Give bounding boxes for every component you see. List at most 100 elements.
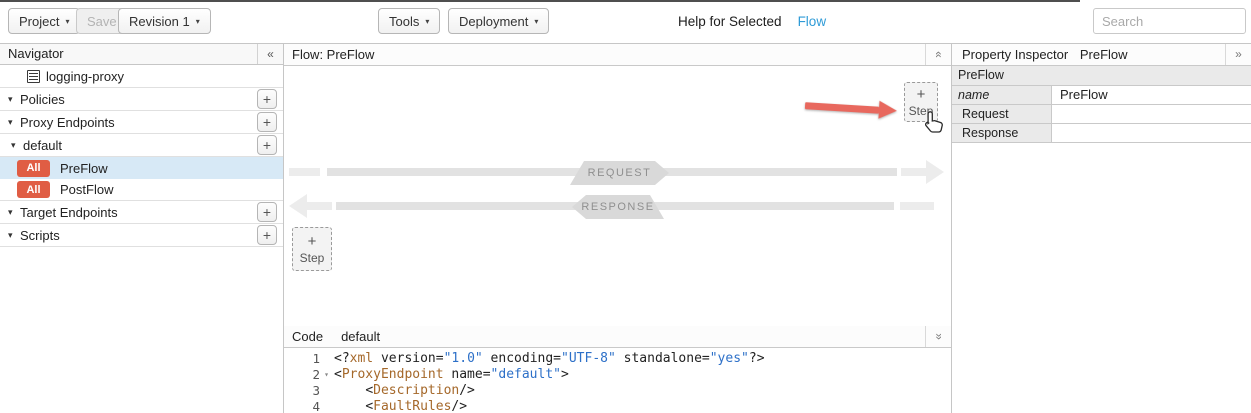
response-arrow-left-icon bbox=[289, 194, 332, 218]
search-input[interactable] bbox=[1093, 8, 1246, 34]
sidebar-item-label: default bbox=[23, 138, 62, 153]
disclosure-triangle-icon[interactable]: ▾ bbox=[8, 94, 20, 105]
line-number: 2 bbox=[284, 367, 320, 383]
code-line: 4 <FaultRules/> bbox=[284, 399, 951, 413]
fold-arrow-icon[interactable]: ▾ bbox=[320, 367, 333, 383]
deployment-menu-label: Deployment bbox=[459, 14, 528, 29]
tools-menu-label: Tools bbox=[389, 14, 419, 29]
help-for-selected-label: Help for Selected bbox=[678, 14, 782, 29]
revision-menu-button[interactable]: Revision 1 ▾ bbox=[118, 8, 211, 34]
plus-icon: + bbox=[308, 234, 317, 249]
sidebar-item-preflow[interactable]: AllPreFlow bbox=[0, 157, 283, 179]
chevron-down-icon: ▾ bbox=[65, 17, 69, 26]
chevron-down-icon: ▾ bbox=[196, 17, 200, 26]
editor-center-column: Flow: PreFlow « REQUEST RESPONSE bbox=[284, 44, 951, 413]
navigator-items: logging-proxy▾Policies+▾Proxy Endpoints+… bbox=[0, 65, 283, 247]
add-step-response-button[interactable]: + Step bbox=[292, 227, 332, 271]
help-flow-link[interactable]: Flow bbox=[798, 14, 827, 29]
proxy-document-icon bbox=[27, 70, 40, 83]
sidebar-item-label: logging-proxy bbox=[46, 69, 124, 84]
project-menu-button[interactable]: Project ▾ bbox=[8, 8, 80, 34]
property-inspector-title: Property Inspector bbox=[962, 47, 1068, 62]
navigator-title: Navigator bbox=[8, 46, 64, 61]
sidebar-item-proxy-endpoints[interactable]: ▾Proxy Endpoints+ bbox=[0, 111, 283, 134]
navigator-sidebar: Navigator « logging-proxy▾Policies+▾Prox… bbox=[0, 44, 284, 413]
chevron-down-icon: ▾ bbox=[425, 17, 429, 26]
property-label: Request bbox=[952, 105, 1052, 123]
disclosure-triangle-icon[interactable]: ▾ bbox=[8, 117, 20, 128]
code-line: 2▾<ProxyEndpoint name="default"> bbox=[284, 367, 951, 383]
chevron-down-icon: ▾ bbox=[534, 17, 538, 26]
sidebar-item-default[interactable]: ▾default + bbox=[0, 134, 283, 157]
response-line-end-segment bbox=[900, 202, 934, 210]
deployment-menu-button[interactable]: Deployment ▾ bbox=[448, 8, 549, 34]
chevron-double-down-icon: « bbox=[928, 333, 949, 340]
annotation-red-arrow-icon bbox=[805, 96, 898, 120]
flow-panel-header: Flow: PreFlow « bbox=[284, 44, 951, 66]
hand-cursor-icon bbox=[923, 110, 945, 136]
fold-gutter bbox=[320, 383, 333, 399]
code-panel-subtitle: default bbox=[341, 326, 380, 347]
disclosure-triangle-icon[interactable]: ▾ bbox=[11, 140, 23, 151]
plus-icon: + bbox=[917, 87, 926, 102]
code-text: <ProxyEndpoint name="default"> bbox=[333, 367, 569, 383]
sidebar-item-label: PreFlow bbox=[60, 161, 108, 176]
add-button[interactable]: + bbox=[257, 89, 277, 109]
sidebar-item-label: Policies bbox=[20, 92, 65, 107]
fold-gutter bbox=[320, 399, 333, 413]
code-collapse-button[interactable]: « bbox=[925, 326, 951, 347]
flow-collapse-button[interactable]: « bbox=[925, 44, 951, 65]
sidebar-item-label: PostFlow bbox=[60, 182, 113, 197]
property-inspector-panel: Property Inspector PreFlow » PreFlow nam… bbox=[951, 44, 1251, 413]
disclosure-triangle-icon[interactable]: ▾ bbox=[8, 207, 20, 218]
fold-gutter bbox=[320, 351, 333, 367]
sidebar-item-target-endpoints[interactable]: ▾Target Endpoints+ bbox=[0, 201, 283, 224]
inspector-section-header: PreFlow bbox=[952, 66, 1251, 86]
property-label: name bbox=[952, 86, 1052, 104]
flow-canvas: REQUEST RESPONSE + Step + Step bbox=[284, 66, 951, 326]
sidebar-item-policies[interactable]: ▾Policies + bbox=[0, 88, 283, 111]
code-text: <Description/> bbox=[333, 383, 475, 399]
add-button[interactable]: + bbox=[257, 202, 277, 222]
disclosure-triangle-icon[interactable]: ▾ bbox=[8, 230, 20, 241]
request-line-start-segment bbox=[289, 168, 320, 176]
inspector-row-request: Request bbox=[952, 105, 1251, 124]
property-value[interactable] bbox=[1052, 105, 1251, 123]
line-number: 3 bbox=[284, 383, 320, 399]
add-button[interactable]: + bbox=[257, 135, 277, 155]
code-panel-header: Code default « bbox=[284, 326, 951, 348]
flow-panel: Flow: PreFlow « REQUEST RESPONSE bbox=[284, 44, 951, 413]
property-value[interactable]: PreFlow bbox=[1052, 86, 1251, 104]
inspector-row-name: namePreFlow bbox=[952, 86, 1251, 105]
sidebar-collapse-button[interactable]: « bbox=[257, 44, 283, 64]
sidebar-item-scripts[interactable]: ▾Scripts + bbox=[0, 224, 283, 247]
property-inspector-subtitle: PreFlow bbox=[1080, 47, 1128, 62]
revision-menu-label: Revision 1 bbox=[129, 14, 190, 29]
sidebar-item-logging-proxy[interactable]: logging-proxy bbox=[0, 65, 283, 88]
request-ribbon-label: REQUEST bbox=[570, 161, 669, 185]
tools-menu-button[interactable]: Tools ▾ bbox=[378, 8, 440, 34]
code-line: 1 <?xml version="1.0" encoding="UTF-8" st… bbox=[284, 351, 951, 367]
code-panel: Code default « 1 <?xml version="1.0" enco… bbox=[284, 326, 951, 413]
chevron-double-up-icon: « bbox=[928, 51, 949, 58]
project-menu-label: Project bbox=[19, 14, 59, 29]
add-step-label: Step bbox=[300, 251, 325, 265]
add-button[interactable]: + bbox=[257, 225, 277, 245]
inspector-expand-button[interactable]: » bbox=[1225, 44, 1251, 65]
line-number: 4 bbox=[284, 399, 320, 413]
code-text: <?xml version="1.0" encoding="UTF-8" sta… bbox=[333, 351, 765, 367]
navigator-header: Navigator « bbox=[0, 44, 283, 65]
line-number: 1 bbox=[284, 351, 320, 367]
code-line: 3 <Description/> bbox=[284, 383, 951, 399]
top-divider bbox=[0, 0, 1080, 2]
flow-panel-title: Flow: PreFlow bbox=[292, 47, 374, 62]
inspector-rows: namePreFlowRequestResponse bbox=[952, 86, 1251, 143]
property-inspector-header: Property Inspector PreFlow » bbox=[952, 44, 1251, 66]
code-text: <FaultRules/> bbox=[333, 399, 467, 413]
code-editor[interactable]: 1 <?xml version="1.0" encoding="UTF-8" st… bbox=[284, 348, 951, 413]
sidebar-item-label: Scripts bbox=[20, 228, 60, 243]
add-button[interactable]: + bbox=[257, 112, 277, 132]
sidebar-item-postflow[interactable]: AllPostFlow bbox=[0, 179, 283, 201]
property-value[interactable] bbox=[1052, 124, 1251, 142]
response-ribbon-label: RESPONSE bbox=[572, 195, 664, 219]
